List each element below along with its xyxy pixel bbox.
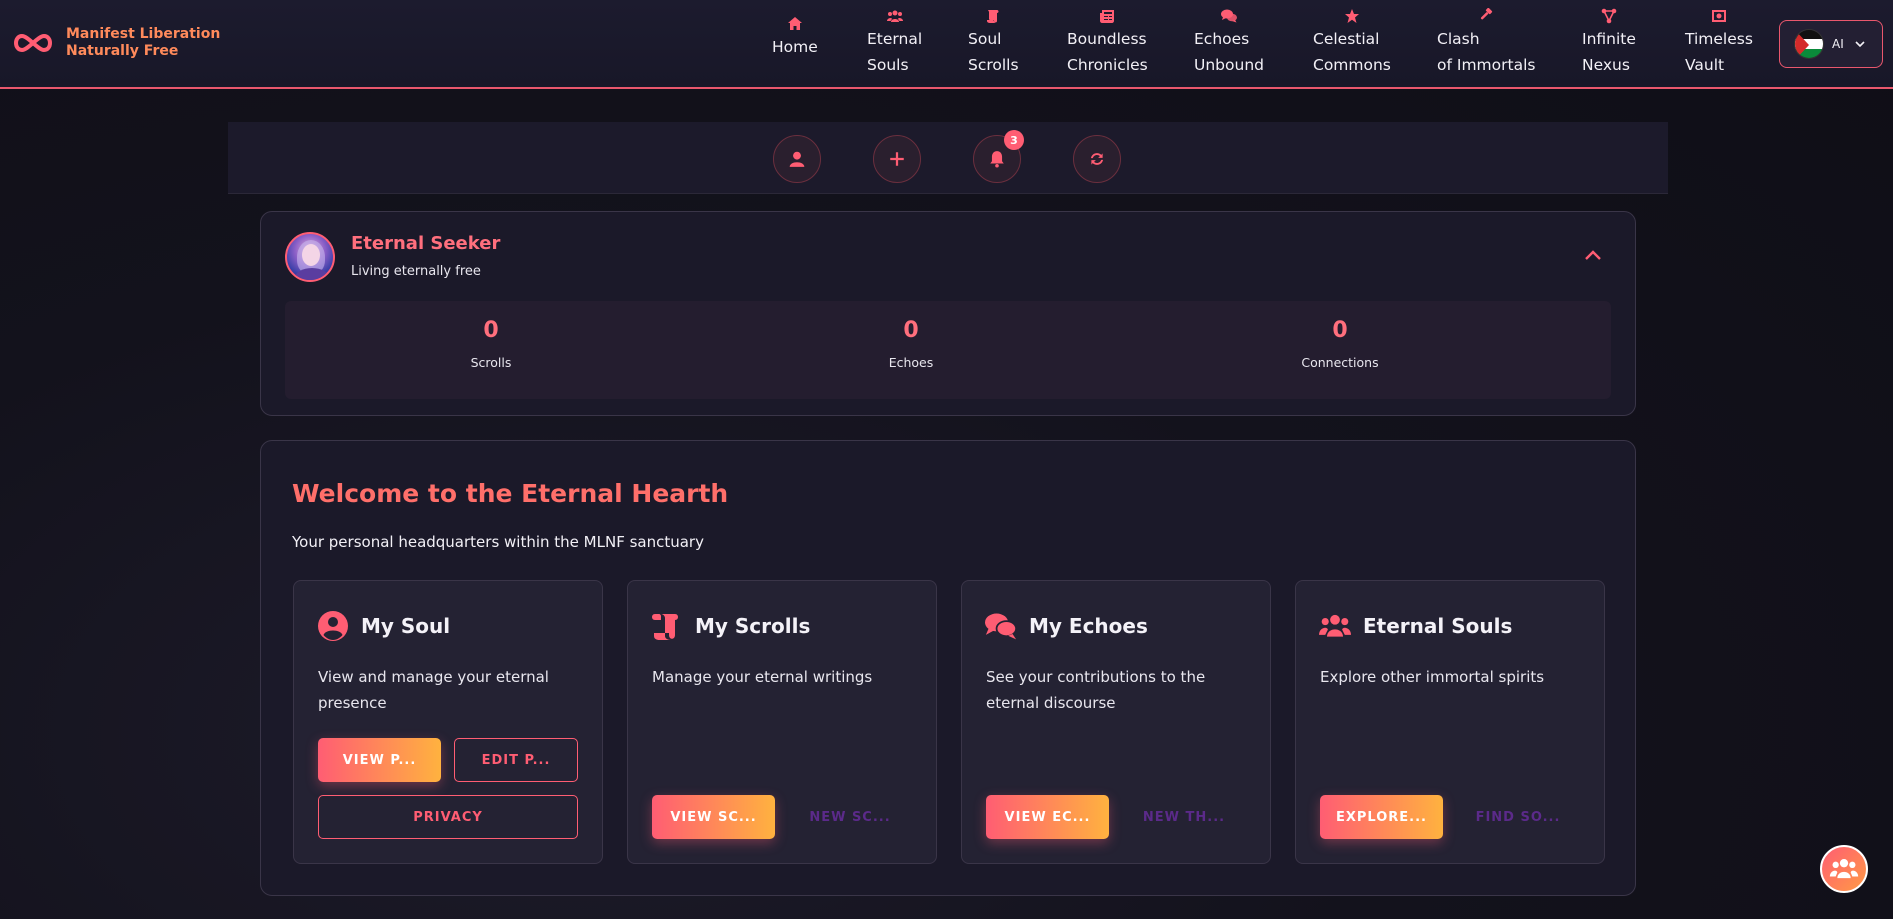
new-scroll-button[interactable]: NEW SC...	[788, 795, 912, 839]
feature-title: My Soul	[361, 614, 451, 638]
stat-label: Scrolls	[470, 355, 512, 370]
explore-souls-button[interactable]: EXPLORE...	[1320, 795, 1443, 839]
profile-name[interactable]: Eternal Seeker	[351, 233, 500, 254]
edit-profile-button[interactable]: EDIT P...	[454, 738, 578, 782]
language-code: AI	[1832, 37, 1844, 51]
stat-connections: 0 Connections	[1285, 301, 1395, 399]
nav-home[interactable]: Home	[772, 14, 818, 60]
feature-description: Manage your eternal writings	[652, 668, 873, 686]
feature-description: See your contributions to the eternal di…	[986, 668, 1206, 712]
refresh-button[interactable]	[1073, 135, 1121, 183]
profile-subtitle: Living eternally free	[351, 264, 481, 279]
profile-icon	[789, 151, 805, 167]
infinity-icon	[14, 33, 52, 53]
bell-icon	[990, 151, 1004, 168]
nav-timeless-vault[interactable]: Timeless Vault	[1685, 6, 1753, 78]
star-icon	[1313, 6, 1391, 26]
view-profile-button[interactable]: VIEW P...	[318, 738, 441, 782]
welcome-subtitle: Your personal headquarters within the ML…	[292, 533, 704, 551]
user-circle-icon	[318, 611, 348, 641]
feature-header: Eternal Souls	[1319, 610, 1512, 642]
users-icon	[867, 6, 922, 26]
nav-infinite-nexus-label: Infinite Nexus	[1582, 30, 1636, 74]
stat-value: 0	[1332, 318, 1348, 343]
find-souls-button[interactable]: FIND SO...	[1456, 795, 1580, 839]
profile-summary-card: Eternal Seeker Living eternally free 0 S…	[260, 211, 1636, 416]
view-echoes-button[interactable]: VIEW EC...	[986, 795, 1109, 839]
create-button[interactable]	[873, 135, 921, 183]
language-selector[interactable]: AI	[1779, 20, 1883, 68]
nav-clash-of-immortals-label: Clash of Immortals	[1437, 30, 1536, 74]
nav-boundless-chronicles-label: Boundless Chronicles	[1067, 30, 1148, 74]
welcome-card: Welcome to the Eternal Hearth Your perso…	[260, 440, 1636, 896]
nav-soul-scrolls-label: Soul Scrolls	[968, 30, 1019, 74]
nav-celestial-commons-label: Celestial Commons	[1313, 30, 1391, 74]
vault-icon	[1685, 6, 1753, 26]
chevron-up-icon[interactable]	[1583, 248, 1603, 262]
stat-value: 0	[903, 318, 919, 343]
my-scrolls-card: My Scrolls Manage your eternal writings …	[627, 580, 937, 864]
welcome-title: Welcome to the Eternal Hearth	[292, 479, 729, 508]
feature-title: My Echoes	[1029, 614, 1148, 638]
logo-line-1: Manifest Liberation	[66, 26, 221, 42]
stat-label: Echoes	[888, 355, 934, 370]
scroll-icon	[968, 6, 1019, 26]
nav-home-label: Home	[772, 38, 818, 56]
plus-icon	[890, 152, 904, 166]
notifications-button[interactable]: 3	[973, 130, 1024, 183]
profile-stats: 0 Scrolls 0 Echoes 0 Connections	[285, 301, 1611, 399]
refresh-icon	[1090, 153, 1104, 165]
profile-button[interactable]	[773, 135, 821, 183]
comments-icon	[1194, 6, 1264, 26]
privacy-button[interactable]: PRIVACY	[318, 795, 578, 839]
my-soul-card: My Soul View and manage your eternal pre…	[293, 580, 603, 864]
community-fab[interactable]	[1820, 845, 1868, 893]
nav-soul-scrolls[interactable]: Soul Scrolls	[968, 6, 1019, 78]
quick-action-toolbar: 3	[228, 122, 1668, 194]
nav-boundless-chronicles[interactable]: Boundless Chronicles	[1067, 6, 1148, 78]
chevron-down-icon	[1855, 41, 1865, 48]
newspaper-icon	[1067, 6, 1148, 26]
nav-eternal-souls[interactable]: Eternal Souls	[867, 6, 922, 78]
nav-echoes-unbound-label: Echoes Unbound	[1194, 30, 1264, 74]
comments-icon	[985, 613, 1017, 640]
stat-value: 0	[483, 318, 499, 343]
eternal-souls-card: Eternal Souls Explore other immortal spi…	[1295, 580, 1605, 864]
users-icon	[1829, 859, 1859, 879]
logo-line-2: Naturally Free	[66, 43, 179, 59]
my-echoes-card: My Echoes See your contributions to the …	[961, 580, 1271, 864]
nav-celestial-commons[interactable]: Celestial Commons	[1313, 6, 1391, 78]
feature-header: My Soul	[317, 610, 450, 642]
scroll-icon	[652, 614, 678, 640]
flag-icon	[1794, 29, 1824, 59]
view-scrolls-button[interactable]: VIEW SC...	[652, 795, 775, 839]
stat-label: Connections	[1301, 355, 1379, 370]
avatar[interactable]	[285, 232, 335, 282]
stat-scrolls: 0 Scrolls	[445, 301, 537, 399]
nav-clash-of-immortals[interactable]: Clash of Immortals	[1437, 6, 1535, 78]
site-logo[interactable]: Manifest Liberation Naturally Free	[10, 26, 220, 60]
home-icon	[772, 14, 818, 34]
notification-badge: 3	[1004, 130, 1024, 150]
nav-timeless-vault-label: Timeless Vault	[1685, 30, 1753, 74]
nav-eternal-souls-label: Eternal Souls	[867, 30, 923, 74]
top-navbar: Manifest Liberation Naturally Free Home …	[0, 0, 1893, 89]
feature-header: My Echoes	[985, 610, 1148, 642]
users-icon	[1319, 614, 1351, 637]
nav-infinite-nexus[interactable]: Infinite Nexus	[1582, 6, 1636, 78]
nav-echoes-unbound[interactable]: Echoes Unbound	[1194, 6, 1264, 78]
feature-description: Explore other immortal spirits	[1320, 668, 1545, 686]
stat-echoes: 0 Echoes	[865, 301, 957, 399]
feature-title: My Scrolls	[695, 614, 811, 638]
new-thread-button[interactable]: NEW TH...	[1122, 795, 1246, 839]
network-icon	[1582, 6, 1636, 26]
gavel-icon	[1437, 6, 1535, 26]
logo-text: Manifest Liberation Naturally Free	[66, 26, 220, 60]
feature-header: My Scrolls	[651, 610, 810, 642]
feature-description: View and manage your eternal presence	[318, 668, 549, 712]
feature-title: Eternal Souls	[1363, 614, 1513, 638]
